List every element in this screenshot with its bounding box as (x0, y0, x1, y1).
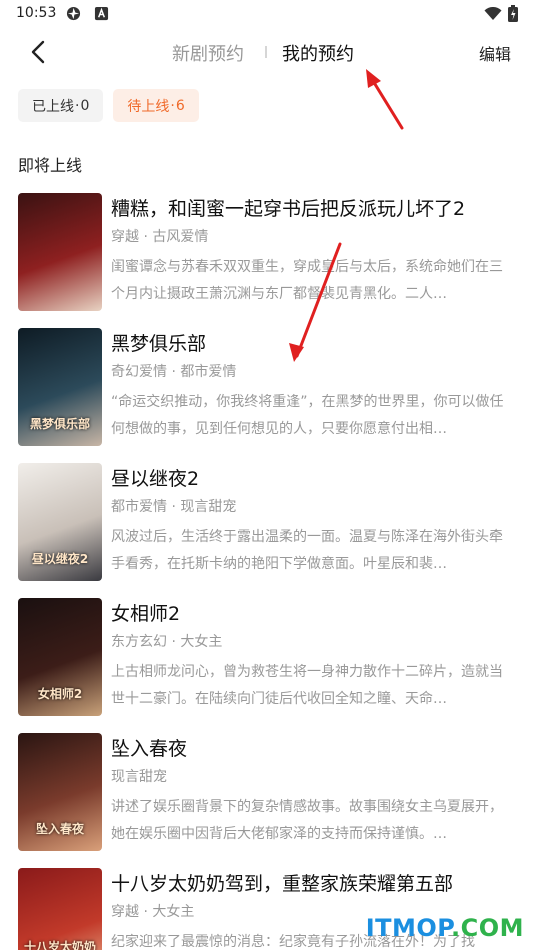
drama-title[interactable]: 昼以继夜2 (111, 465, 516, 493)
filter-pending-label: 待上线 (127, 98, 170, 115)
drama-tags: 穿越 · 古风爱情 (111, 229, 209, 245)
drama-cover[interactable]: 黑梦俱乐部 (18, 328, 102, 446)
drama-info: 坠入春夜 现言甜宠 讲述了娱乐圈背景下的复杂情感故事。故事围绕女主乌夏展开，她在… (111, 733, 516, 848)
drama-title[interactable]: 黑梦俱乐部 (111, 330, 516, 358)
drama-tags: 现言甜宠 (111, 769, 167, 785)
drama-tags: 东方玄幻 · 大女主 (111, 634, 223, 650)
status-bar: 10:53 (0, 0, 534, 28)
drama-title[interactable]: 女相师2 (111, 600, 516, 628)
tab-divider (265, 46, 267, 58)
drama-tags: 奇幻爱情 · 都市爱情 (111, 364, 237, 380)
status-time: 10:53 (16, 5, 57, 21)
top-nav: 新剧预约 我的预约 编辑 (0, 28, 534, 78)
drama-info: 昼以继夜2 都市爱情 · 现言甜宠 风波过后，生活终于露出温柔的一面。温夏与陈泽… (111, 463, 516, 578)
drama-cover[interactable] (18, 193, 102, 311)
section-title-upcoming: 即将上线 (18, 156, 83, 175)
tab-my-bookings[interactable]: 我的预约 (282, 40, 354, 66)
edit-button[interactable]: 编辑 (479, 41, 511, 65)
drama-info: 黑梦俱乐部 奇幻爱情 · 都市爱情 “命运交织推动，你我终将重逢”，在黑梦的世界… (111, 328, 516, 443)
drama-description: 闺蜜谭念与苏春禾双双重生，穿成皇后与太后，系统命她们在三个月内让摄政王萧沉渊与东… (111, 259, 503, 302)
drama-cover[interactable]: 坠入春夜 (18, 733, 102, 851)
drama-info: 女相师2 东方玄幻 · 大女主 上古相师龙问心，曾为救苍生将一身神力散作十二碎片… (111, 598, 516, 713)
status-filters: 已上线 · 0 待上线 · 6 (18, 89, 199, 122)
drama-tags: 都市爱情 · 现言甜宠 (111, 499, 237, 515)
back-button[interactable] (26, 38, 50, 66)
battery-icon (508, 5, 518, 22)
tab-new-drama-booking[interactable]: 新剧预约 (172, 40, 244, 66)
list-item[interactable]: 女相师2 女相师2 东方玄幻 · 大女主 上古相师龙问心，曾为救苍生将一身神力散… (0, 598, 534, 716)
filter-online-count: 0 (80, 97, 90, 114)
wifi-icon (484, 6, 502, 20)
list-item[interactable]: 黑梦俱乐部 黑梦俱乐部 奇幻爱情 · 都市爱情 “命运交织推动，你我终将重逢”，… (0, 328, 534, 446)
drama-title[interactable]: 十八岁太奶奶驾到，重整家族荣耀第五部 (111, 870, 516, 898)
drama-description: 风波过后，生活终于露出温柔的一面。温夏与陈泽在海外街头牵手看秀，在托斯卡纳的艳阳… (111, 529, 503, 572)
drama-description: “命运交织推动，你我终将重逢”，在黑梦的世界里，你可以做任何想做的事，见到任何想… (111, 394, 504, 437)
drama-title[interactable]: 糟糕，和闺蜜一起穿书后把反派玩儿坏了2 (111, 195, 516, 223)
drama-description: 讲述了娱乐圈背景下的复杂情感故事。故事围绕女主乌夏展开，她在娱乐圈中因背后大佬郁… (111, 799, 503, 842)
filter-pending-chip[interactable]: 待上线 · 6 (113, 89, 199, 122)
drama-cover[interactable]: 女相师2 (18, 598, 102, 716)
notification-a-icon (94, 6, 109, 21)
aperture-icon (66, 6, 81, 21)
list-item[interactable]: 糟糕，和闺蜜一起穿书后把反派玩儿坏了2 穿越 · 古风爱情 闺蜜谭念与苏春禾双双… (0, 193, 534, 311)
status-indicators (484, 5, 518, 22)
filter-online-chip[interactable]: 已上线 · 0 (18, 89, 104, 122)
filter-online-dot: · (75, 97, 80, 114)
drama-title[interactable]: 坠入春夜 (111, 735, 516, 763)
drama-cover[interactable]: 十八岁太奶奶驾到 (18, 868, 102, 950)
drama-info: 糟糕，和闺蜜一起穿书后把反派玩儿坏了2 穿越 · 古风爱情 闺蜜谭念与苏春禾双双… (111, 193, 516, 308)
filter-pending-dot: · (170, 97, 175, 114)
drama-description: 上古相师龙问心，曾为救苍生将一身神力散作十二碎片，造就当世十二豪门。在陆续向门徒… (111, 664, 503, 707)
list-item[interactable]: 坠入春夜 坠入春夜 现言甜宠 讲述了娱乐圈背景下的复杂情感故事。故事围绕女主乌夏… (0, 733, 534, 851)
filter-online-label: 已上线 (32, 98, 74, 115)
filter-pending-count: 6 (175, 97, 185, 114)
chevron-left-icon (31, 40, 45, 64)
watermark: ITMOP.COM (365, 914, 524, 942)
drama-cover[interactable]: 昼以继夜2 (18, 463, 102, 581)
list-item[interactable]: 昼以继夜2 昼以继夜2 都市爱情 · 现言甜宠 风波过后，生活终于露出温柔的一面… (0, 463, 534, 581)
